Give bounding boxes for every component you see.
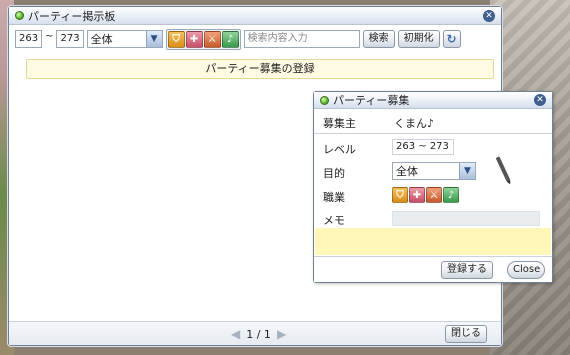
chevron-down-icon[interactable]: ▼ [145,31,162,47]
divider [314,133,552,134]
popup-job-group: ⛉ ✚ ⚔ ♪ [392,187,459,203]
reset-button[interactable]: 初期化 [397,30,440,48]
close-button[interactable]: 閉じる [445,325,487,343]
close-icon[interactable]: ✕ [483,9,495,22]
recruiter-name: くまん♪ [394,117,435,130]
green-orb-icon [15,11,24,20]
search-input[interactable]: 検索内容入力 [243,30,360,48]
memo-label: メモ [323,214,345,227]
popup-titlebar[interactable]: パーティー募集 ✕ [314,92,552,109]
healer-job-icon[interactable]: ✚ [185,30,203,48]
healer-job-icon[interactable]: ✚ [409,187,425,203]
pager-text: 1 / 1 [246,327,271,341]
popup-close-button[interactable]: Close [507,261,545,279]
green-orb-icon [320,95,329,105]
pencil-icon [495,156,511,182]
search-button[interactable]: 検索 [362,30,395,48]
chevron-down-icon[interactable]: ▼ [459,163,475,179]
job-label: 職業 [323,191,345,204]
filter-toolbar: 263 ~ 273 全体 ▼ ⛉ ✚ ⚔ ♪ 検索内容入力 検索 初期化 ↻ [15,28,497,50]
level-max-field[interactable]: 273 [56,30,84,48]
memo-textarea[interactable] [315,228,551,255]
attacker-job-icon[interactable]: ⚔ [203,30,221,48]
register-button[interactable]: 登録する [441,261,493,279]
shield-job-icon[interactable]: ⛉ [392,187,408,203]
level-range-field[interactable]: 263 ~ 273 [392,139,454,155]
support-job-icon[interactable]: ♪ [443,187,459,203]
level-range-separator: ~ [45,30,54,42]
recruiter-label: 募集主 [323,117,356,130]
chevron-left-icon[interactable]: ◀ [231,327,240,341]
level-min-field[interactable]: 263 [15,30,43,48]
attacker-job-icon[interactable]: ⚔ [426,187,442,203]
register-party-bar[interactable]: パーティー募集の登録 [26,59,494,79]
purpose-select-value: 全体 [90,33,113,46]
chevron-right-icon[interactable]: ▶ [277,327,286,341]
popup-title: パーティー募集 [333,94,410,107]
party-recruit-popup: パーティー募集 ✕ 募集主 くまん♪ レベル 263 ~ 273 目的 全体 ▼… [313,91,553,283]
level-label: レベル [323,143,356,156]
shield-job-icon[interactable]: ⛉ [167,30,185,48]
popup-purpose-select[interactable]: 全体 ▼ [392,162,476,180]
memo-input[interactable] [392,211,540,226]
purpose-label: 目的 [323,167,345,180]
purpose-select[interactable]: 全体 ▼ [86,30,163,48]
job-filter-group: ⛉ ✚ ⚔ ♪ [165,28,241,50]
party-board-titlebar[interactable]: パーティー掲示板 ✕ [9,7,501,25]
popup-purpose-value: 全体 [396,165,418,178]
close-icon[interactable]: ✕ [534,94,546,106]
refresh-icon[interactable]: ↻ [442,30,461,48]
window-title: パーティー掲示板 [28,9,116,23]
pager: ◀ 1 / 1 ▶ [231,327,286,341]
popup-footer: 登録する Close [314,256,552,282]
support-job-icon[interactable]: ♪ [221,30,239,48]
window-footer: ◀ 1 / 1 ▶ 閉じる [9,321,501,345]
